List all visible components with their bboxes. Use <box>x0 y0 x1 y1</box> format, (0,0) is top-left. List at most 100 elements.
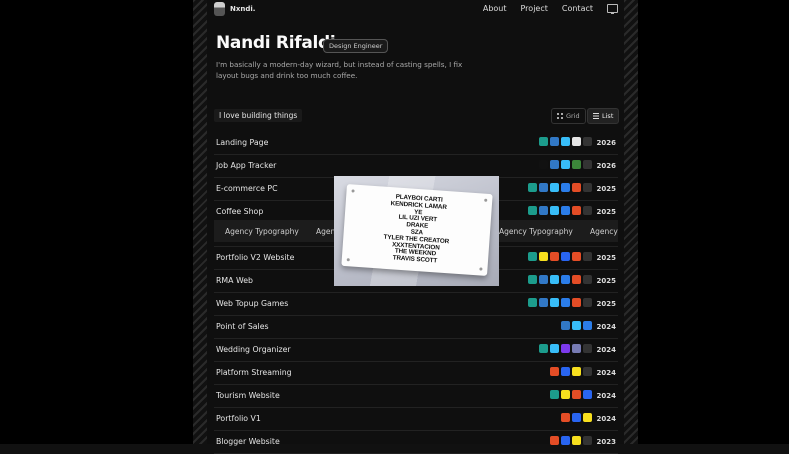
tech-icon <box>583 137 592 146</box>
project-title: RMA Web <box>216 276 253 285</box>
project-row[interactable]: Wedding Organizer 2024 <box>214 339 618 362</box>
project-row[interactable]: Platform Streaming 2024 <box>214 362 618 385</box>
tech-icon <box>550 137 559 146</box>
project-year: 2025 <box>596 254 616 262</box>
tech-stack <box>539 160 592 169</box>
tech-stack <box>561 413 592 422</box>
tech-icon <box>583 275 592 284</box>
tech-stack <box>539 137 592 146</box>
project-title: Platform Streaming <box>216 368 292 377</box>
project-row[interactable]: Point of Sales 2024 <box>214 316 618 339</box>
tech-icon <box>528 252 537 261</box>
project-row[interactable]: Web Topup Games 2025 <box>214 293 618 316</box>
tech-stack <box>561 321 592 330</box>
top-nav: Nxndi. About Project Contact <box>214 2 618 18</box>
tech-icon <box>528 183 537 192</box>
nav-link-about[interactable]: About <box>483 4 507 13</box>
tech-icon <box>583 160 592 169</box>
nav-link-contact[interactable]: Contact <box>562 4 593 13</box>
grid-label: Grid <box>566 112 580 120</box>
tech-icon <box>561 390 570 399</box>
tech-icon <box>539 275 548 284</box>
project-title: Portfolio V2 Website <box>216 253 295 262</box>
list-view-button[interactable]: List <box>587 108 620 124</box>
tech-icon <box>550 183 559 192</box>
tech-icon <box>550 206 559 215</box>
project-row[interactable]: Blogger Website 2023 <box>214 431 618 454</box>
tech-icon <box>572 367 581 376</box>
project-row[interactable]: Tourism Website 2024 <box>214 385 618 408</box>
project-year: 2025 <box>596 208 616 216</box>
tech-icon <box>561 298 570 307</box>
project-row[interactable]: Portfolio V1 2024 <box>214 408 618 431</box>
project-year: 2025 <box>596 300 616 308</box>
marquee-item: Agency Typography <box>590 227 618 236</box>
tech-stack <box>528 183 592 192</box>
project-year: 2026 <box>596 162 616 170</box>
tech-icon <box>572 298 581 307</box>
tech-icon <box>583 390 592 399</box>
tech-icon <box>583 252 592 261</box>
tech-stack <box>539 344 592 353</box>
project-title: E-commerce PC <box>216 184 278 193</box>
project-title: Tourism Website <box>216 391 280 400</box>
tech-icon <box>550 252 559 261</box>
tech-icon <box>572 344 581 353</box>
page-margin-right <box>638 0 789 444</box>
avatar <box>214 2 225 16</box>
nav-links: About Project Contact <box>483 4 618 14</box>
project-year: 2024 <box>596 346 616 354</box>
tech-icon <box>550 275 559 284</box>
theme-toggle-monitor-icon[interactable] <box>607 4 618 14</box>
tech-icon <box>583 413 592 422</box>
project-year: 2025 <box>596 185 616 193</box>
project-year: 2024 <box>596 369 616 377</box>
tech-icon <box>572 321 581 330</box>
section-title: I love building things <box>214 109 303 122</box>
nav-link-project[interactable]: Project <box>521 4 548 13</box>
tech-icon <box>539 183 548 192</box>
tech-icon <box>583 321 592 330</box>
tech-icon <box>572 183 581 192</box>
brand-link[interactable]: Nxndi. <box>214 2 255 16</box>
decorative-stripes-left <box>193 0 207 444</box>
tech-icon <box>561 160 570 169</box>
profile-name: Nandi Rifaldi <box>216 33 336 53</box>
tech-icon <box>550 160 559 169</box>
tech-icon <box>539 206 548 215</box>
tech-icon <box>528 298 537 307</box>
tech-icon <box>572 137 581 146</box>
project-title: Point of Sales <box>216 322 269 331</box>
project-row[interactable]: Job App Tracker 2026 <box>214 155 618 178</box>
tech-icon <box>572 160 581 169</box>
tech-icon <box>583 183 592 192</box>
grid-view-button[interactable]: Grid <box>551 108 586 124</box>
tech-icon <box>550 390 559 399</box>
project-row[interactable]: Landing Page 2026 <box>214 132 618 155</box>
brand-name: Nxndi. <box>230 5 256 13</box>
project-title: Wedding Organizer <box>216 345 291 354</box>
tech-icon <box>550 367 559 376</box>
decorative-stripes-right <box>624 0 638 444</box>
tech-icon <box>583 344 592 353</box>
tech-icon <box>539 298 548 307</box>
project-year: 2024 <box>596 323 616 331</box>
project-year: 2024 <box>596 392 616 400</box>
page-margin-left <box>0 0 193 444</box>
project-title: Blogger Website <box>216 437 280 446</box>
marquee-item: Agency Typography <box>225 227 299 236</box>
project-year: 2024 <box>596 415 616 423</box>
tech-icon <box>561 183 570 192</box>
tech-icon <box>583 206 592 215</box>
tech-stack <box>528 275 592 284</box>
project-year: 2026 <box>596 139 616 147</box>
tech-stack <box>528 298 592 307</box>
tech-icon <box>561 275 570 284</box>
project-year: 2023 <box>596 438 616 446</box>
poster-card: PLAYBOI CARTI KENDRICK LAMAR YE LIL UZI VER… <box>341 184 493 276</box>
tech-icon <box>583 367 592 376</box>
list-label: List <box>602 112 614 120</box>
project-title: Portfolio V1 <box>216 414 261 423</box>
tech-icon <box>539 344 548 353</box>
role-badge: Design Engineer <box>323 39 389 53</box>
